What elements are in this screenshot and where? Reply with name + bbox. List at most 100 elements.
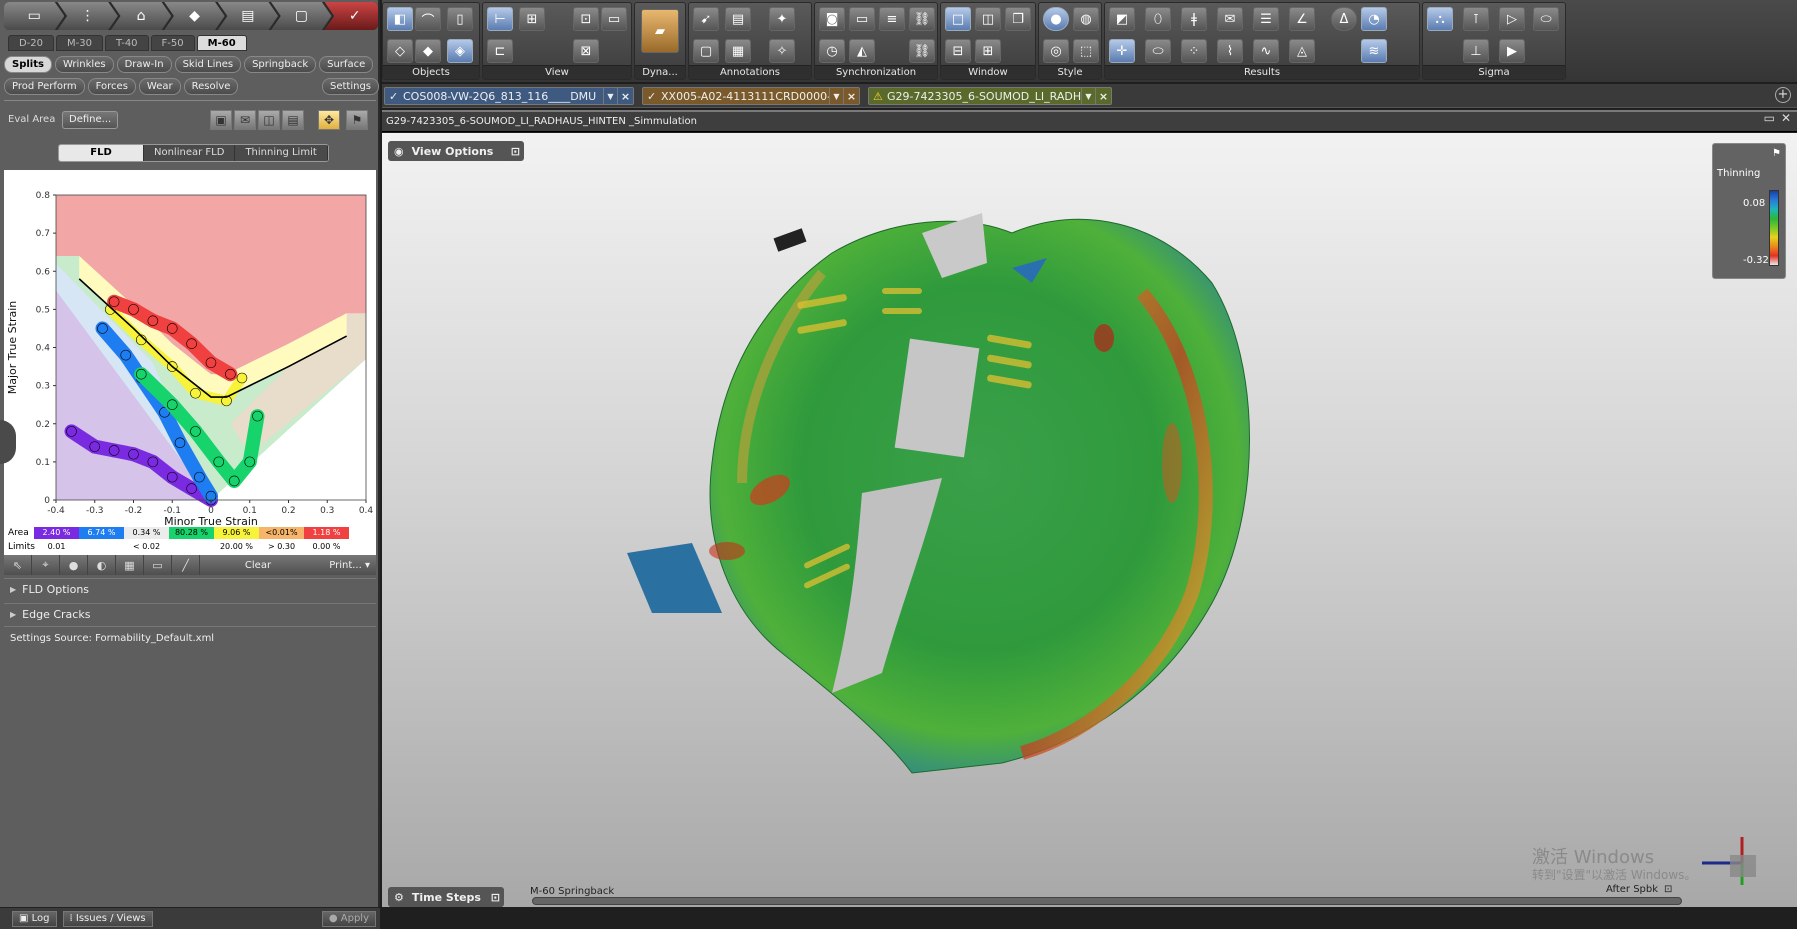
panel-pill[interactable]: Splits: [4, 56, 52, 73]
envelope-icon[interactable]: ✉: [234, 110, 256, 130]
pin-icon[interactable]: ⊡: [1664, 884, 1672, 895]
contour-icon[interactable]: ◔: [1361, 7, 1387, 31]
cascade-window-icon[interactable]: ❐: [1005, 7, 1031, 31]
mail-result-icon[interactable]: ✉: [1217, 7, 1243, 31]
map-sync-icon[interactable]: ◭: [849, 39, 875, 63]
fold-icon[interactable]: ⌇: [1217, 39, 1243, 63]
cube-icon[interactable]: ▣: [210, 110, 232, 130]
springback-icon[interactable]: ✛: [1109, 39, 1135, 63]
log-button[interactable]: ▣ Log: [12, 910, 57, 927]
stage-die-icon[interactable]: ⌂: [110, 2, 172, 30]
list-sync-icon[interactable]: ≡: [879, 7, 905, 31]
time-steps-button[interactable]: ⚙ Time Steps ⊡: [388, 887, 504, 907]
panel-pill[interactable]: Skid Lines: [174, 56, 242, 73]
pointer-icon[interactable]: ➹: [693, 7, 719, 31]
view-options-button[interactable]: ◉ View Options ⊡: [388, 141, 524, 161]
panel-pill[interactable]: Resolve: [183, 78, 239, 95]
define-button[interactable]: Define...: [62, 111, 119, 129]
probe-icon[interactable]: ✧: [769, 39, 795, 63]
edge-cracks-section[interactable]: ▶ Edge Cracks: [4, 603, 376, 625]
fit-icon[interactable]: ⊞: [519, 7, 545, 31]
doc-tab[interactable]: ✓ XX005-A02-4113111CRD0000-CAE- ▼ ×: [642, 87, 860, 105]
clock-icon[interactable]: ◷: [819, 39, 845, 63]
stage-tab[interactable]: M-30: [56, 35, 104, 51]
marker-icon[interactable]: ●: [60, 555, 88, 575]
stage-process-icon[interactable]: ⋮: [57, 2, 118, 30]
object-icon[interactable]: ◧: [387, 7, 413, 31]
sigma-axis2-icon[interactable]: ⊥: [1463, 39, 1489, 63]
panel-pill[interactable]: Draw-In: [116, 56, 172, 73]
sigma-axis-icon[interactable]: ⊺: [1463, 7, 1489, 31]
sigma-flag-icon[interactable]: ▷: [1499, 7, 1525, 31]
close-icon[interactable]: ×: [843, 88, 859, 104]
flag-icon[interactable]: ⚑: [346, 110, 368, 130]
part-icon[interactable]: ◈: [447, 39, 473, 63]
value-label-icon[interactable]: ▦: [725, 39, 751, 63]
layers-icon[interactable]: ◫: [258, 110, 280, 130]
image-icon[interactable]: ▤: [282, 110, 304, 130]
palette-icon[interactable]: ◐: [88, 555, 116, 575]
wave-icon[interactable]: ∿: [1253, 39, 1279, 63]
close-icon[interactable]: ×: [1095, 88, 1111, 104]
unlink-icon[interactable]: ⛓: [909, 39, 935, 63]
dropdown-icon[interactable]: ▼: [603, 88, 617, 104]
label-icon[interactable]: ▢: [693, 39, 719, 63]
fld-tab[interactable]: Thinning Limit: [235, 145, 328, 161]
issues-views-button[interactable]: ⁞ Issues / Views: [62, 910, 153, 927]
clear-button[interactable]: Clear: [218, 560, 298, 571]
print-button[interactable]: Print... ▾: [329, 560, 370, 571]
line-icon[interactable]: ╱: [172, 555, 200, 575]
stage-tab[interactable]: F-50: [150, 35, 195, 51]
pin-icon[interactable]: ⊡: [511, 145, 520, 158]
select-icon[interactable]: ⇖: [4, 555, 32, 575]
ellipse-icon[interactable]: ⬯: [1145, 7, 1171, 31]
mesh-sphere-icon[interactable]: ◎: [1043, 39, 1069, 63]
panel-pill[interactable]: Wrinkles: [54, 56, 114, 73]
dyna-icon[interactable]: ▰: [641, 9, 679, 53]
sigma-flag2-icon[interactable]: ▶: [1499, 39, 1525, 63]
frame-icon[interactable]: ⊠: [573, 39, 599, 63]
quad-window-icon[interactable]: ⊞: [975, 39, 1001, 63]
section-icon[interactable]: ⊏: [487, 39, 513, 63]
stage-blank-icon[interactable]: ◆: [164, 2, 225, 30]
fld-tab[interactable]: FLD: [59, 145, 144, 161]
box-icon[interactable]: ▦: [116, 555, 144, 575]
measure-icon[interactable]: ▤: [725, 7, 751, 31]
dropdown-icon[interactable]: ▼: [1081, 88, 1095, 104]
single-window-icon[interactable]: □: [945, 7, 971, 31]
camera-sync-icon[interactable]: ◙: [819, 7, 845, 31]
outline-icon[interactable]: ⬚: [1073, 39, 1099, 63]
dropdown-icon[interactable]: ▼: [829, 88, 843, 104]
stack-icon[interactable]: ☰: [1253, 7, 1279, 31]
stage-folder-icon[interactable]: ▭: [4, 2, 65, 30]
layers-result-icon[interactable]: ≋: [1361, 39, 1387, 63]
apply-button[interactable]: ● Apply: [321, 910, 376, 927]
stage-tab[interactable]: T-40: [105, 35, 149, 51]
panel-pill[interactable]: Forces: [87, 78, 136, 95]
sigma-pick-icon[interactable]: ⛬: [1427, 7, 1453, 31]
surface-result-icon[interactable]: ◩: [1109, 7, 1135, 31]
zoom-icon[interactable]: ⊡: [573, 7, 599, 31]
thermometer-icon[interactable]: ǂ: [1181, 7, 1207, 31]
delta-icon[interactable]: Δ: [1331, 7, 1357, 31]
stage-tab[interactable]: M-60: [196, 35, 247, 51]
doc-tab[interactable]: ✓ COS008-VW-2Q6_813_116____DMU ▼ ×: [384, 87, 634, 105]
wire-sphere-icon[interactable]: ◍: [1073, 7, 1099, 31]
time-step-slider[interactable]: [532, 897, 1682, 905]
panel-pill[interactable]: Wear: [138, 78, 181, 95]
panel-pill[interactable]: Prod Perform: [4, 78, 85, 95]
folder-icon[interactable]: ▭: [144, 555, 172, 575]
label-sync-icon[interactable]: ▭: [849, 7, 875, 31]
shaded-sphere-icon[interactable]: ●: [1043, 7, 1069, 31]
maximize-icon[interactable]: ▭: [1764, 111, 1775, 125]
flag-icon[interactable]: ⚑: [1772, 148, 1781, 159]
settings-button[interactable]: Settings: [322, 78, 380, 95]
stage-press-icon[interactable]: ▤: [217, 2, 279, 30]
axis-icon[interactable]: ⊢: [487, 7, 513, 31]
wand-icon[interactable]: ✦: [769, 7, 795, 31]
pick-icon[interactable]: ⌖: [32, 555, 60, 575]
fld-options-section[interactable]: ▶ FLD Options: [4, 578, 376, 600]
fld-tab[interactable]: Nonlinear FLD: [144, 145, 236, 161]
pin-icon[interactable]: ⊡: [491, 891, 500, 904]
book-icon[interactable]: ▯: [447, 7, 473, 31]
